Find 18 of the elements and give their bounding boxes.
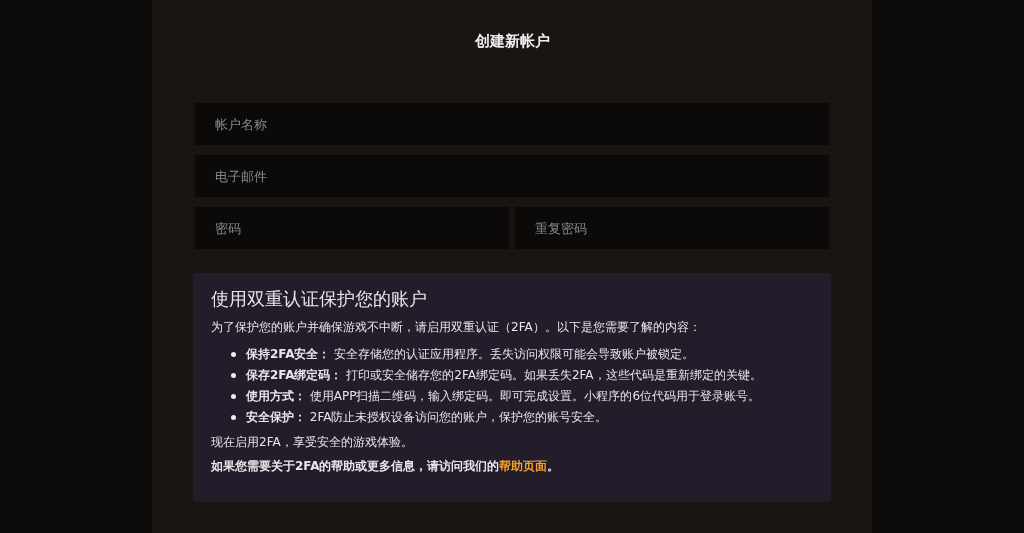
intro-text: 为了保护您的账户并确保游戏不中断，请启用双重认证（2FA）。以下是您需要了解的内容： <box>211 319 702 336</box>
bullet-icon <box>231 373 236 378</box>
bullet-icon <box>231 352 236 357</box>
help-text: 如果您需要关于2FA的帮助或更多信息，请访问我们的帮助页面。 <box>211 458 561 475</box>
input-field[interactable]: 密码 <box>195 207 509 249</box>
bullet-icon <box>231 394 236 399</box>
input-field[interactable]: 电子邮件 <box>195 155 829 197</box>
outro-text: 现在启用2FA，享受安全的游戏体验。 <box>211 434 414 451</box>
help-link[interactable]: 帮助页面 <box>499 459 548 473</box>
info-heading: 使用双重认证保护您的账户 <box>211 287 428 311</box>
input-field[interactable]: 重复密码 <box>515 207 829 249</box>
list-item-text: 保存2FA绑定码： 打印或安全储存您的2FA绑定码。如果丢失2FA，这些代码是重新绑定的关键。 <box>246 367 763 384</box>
bullet-icon <box>231 415 236 420</box>
list-item-text: 安全保护： 2FA防止未授权设备访问您的账户，保护您的账号安全。 <box>246 409 609 426</box>
form-title: 创建新帐户 <box>474 32 550 52</box>
list-item-text: 保持2FA安全： 安全存储您的认证应用程序。丢失访问权限可能会导致账户被锁定。 <box>246 346 696 363</box>
list-item-text: 使用方式： 使用APP扫描二维码，输入绑定码。即可完成设置。小程序的6位代码用于登录账号。 <box>246 388 762 405</box>
input-field[interactable]: 帐户名称 <box>195 103 829 145</box>
